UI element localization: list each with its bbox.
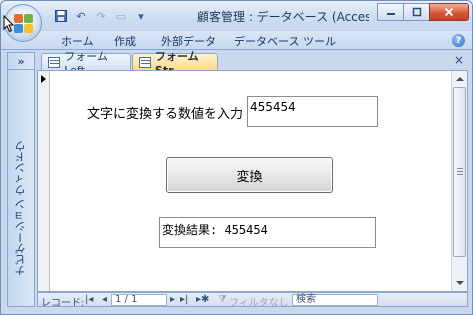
tab-form-left[interactable]: フォームLeft — [41, 50, 131, 77]
quick-access-toolbar: ↶ ↷ ▭ ▾ — [53, 7, 149, 25]
navigation-pane[interactable]: » ナビゲーション ウィンドウ — [7, 52, 35, 307]
close-document-icon[interactable]: × — [454, 53, 464, 67]
redo-icon[interactable]: ↷ — [93, 8, 109, 24]
last-record-button[interactable]: ▸| — [180, 294, 188, 305]
nav-pane-label[interactable]: ナビゲーション ウィンドウ — [9, 123, 33, 293]
number-input[interactable]: 455454 — [247, 96, 378, 127]
new-record-button[interactable]: ▸✱ — [196, 294, 209, 305]
undo-icon[interactable]: ↶ — [73, 8, 89, 24]
document-tabs: フォームLeft フォームStr × — [37, 50, 468, 77]
first-record-button[interactable]: |◂ — [85, 294, 93, 305]
current-record-icon — [41, 75, 46, 83]
record-label: レコード: — [41, 298, 85, 309]
customize-icon[interactable]: ▾ — [133, 8, 149, 24]
save-icon[interactable] — [53, 8, 69, 24]
scroll-up-button[interactable] — [452, 71, 467, 86]
close-icon — [444, 7, 454, 17]
window-title: 顧客管理 : データベース (Access 20... — [197, 10, 369, 24]
access-window: ↶ ↷ ▭ ▾ 顧客管理 : データベース (Access 20... — [0, 0, 473, 315]
record-selector[interactable] — [38, 71, 50, 291]
help-icon[interactable]: ? — [452, 34, 465, 47]
title-bar: ↶ ↷ ▭ ▾ 顧客管理 : データベース (Access 20... — [1, 1, 472, 31]
scroll-down-button[interactable] — [452, 275, 467, 290]
tab-database-tools[interactable]: データベース ツール — [234, 33, 336, 49]
result-field[interactable]: 変換結果: 455454 — [159, 217, 376, 248]
minimize-button[interactable] — [377, 3, 404, 21]
minimize-icon — [386, 13, 395, 15]
next-record-button[interactable]: ▸ — [170, 294, 175, 305]
record-position-field[interactable]: 1 / 1 — [111, 294, 167, 306]
search-field[interactable]: 検索 — [292, 294, 378, 306]
prev-record-button[interactable]: ◂ — [102, 294, 107, 305]
vertical-scrollbar[interactable] — [451, 71, 467, 291]
form-icon — [48, 56, 61, 68]
office-logo-icon — [14, 14, 34, 34]
form-view-icon[interactable]: ▭ — [113, 8, 129, 24]
expand-nav-button[interactable]: » — [8, 53, 34, 70]
arrow-down-icon — [455, 280, 464, 285]
filter-toggle[interactable]: フィルタなし — [229, 294, 289, 309]
form-detail: 文字に変換する数値を入力 455454 変換 変換結果: 455454 — [37, 70, 468, 292]
maximize-icon — [412, 7, 421, 17]
tab-form-str[interactable]: フォームStr — [132, 50, 218, 77]
close-button[interactable] — [429, 3, 469, 21]
form-icon — [139, 56, 151, 68]
arrow-up-icon — [455, 76, 464, 81]
filter-icon: ⧩ — [218, 294, 227, 305]
convert-button[interactable]: 変換 — [166, 157, 333, 193]
mouse-cursor-icon — [3, 15, 15, 33]
window-controls — [377, 3, 469, 21]
scroll-thumb[interactable] — [453, 87, 466, 257]
input-label: 文字に変換する数値を入力 — [87, 107, 244, 122]
record-navigation-bar: レコード: |◂ ◂ 1 / 1 ▸ ▸| ▸✱ ⧩ フィルタなし 検索 — [37, 292, 468, 309]
grip-icon — [457, 168, 463, 176]
maximize-button[interactable] — [403, 3, 430, 21]
